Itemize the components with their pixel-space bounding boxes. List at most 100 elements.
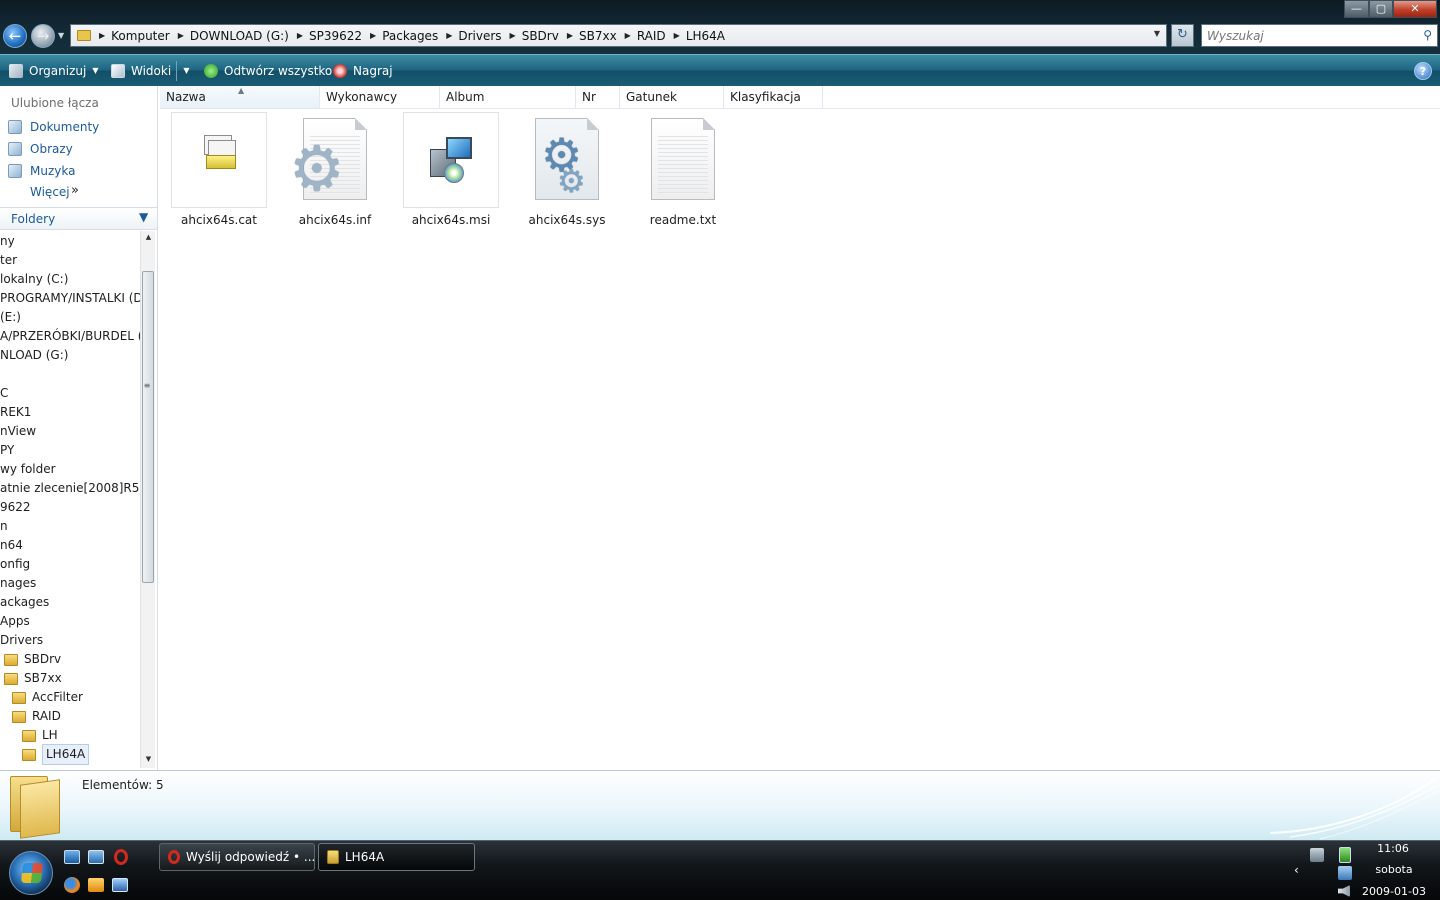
- clock-date[interactable]: 2009-01-03: [1359, 885, 1429, 898]
- folder-tree-item[interactable]: n64: [0, 536, 23, 555]
- breadcrumb-item[interactable]: Komputer: [111, 29, 170, 43]
- minimize-button[interactable]: —: [1344, 0, 1369, 18]
- favorite-link-pictures[interactable]: Obrazy: [8, 140, 73, 158]
- scroll-up-arrow-icon[interactable]: ▲: [141, 233, 156, 241]
- application-icon[interactable]: [112, 878, 128, 892]
- column-name[interactable]: Nazwa ▲: [160, 86, 320, 108]
- chevron-right-icon[interactable]: ▶: [567, 31, 573, 40]
- file-item[interactable]: ⚙ ⚙ ahcix64s.sys: [517, 112, 617, 232]
- file-item[interactable]: ahcix64s.cat: [169, 112, 269, 232]
- chevron-right-icon[interactable]: ▶: [297, 31, 303, 40]
- folder-tree-item[interactable]: 9622: [0, 498, 31, 517]
- show-desktop-icon[interactable]: [64, 850, 80, 864]
- folder-tree-item[interactable]: ter: [0, 251, 17, 270]
- breadcrumb-item[interactable]: DOWNLOAD (G:): [190, 29, 289, 43]
- chevron-right-icon[interactable]: ▶: [370, 31, 376, 40]
- folder-tree-item[interactable]: A/PRZERÓBKI/BURDEL (F:: [0, 327, 140, 346]
- breadcrumb-item[interactable]: Drivers: [458, 29, 501, 43]
- folder-tree-item[interactable]: n: [0, 517, 8, 536]
- breadcrumb-item[interactable]: RAID: [637, 29, 666, 43]
- chevron-right-icon[interactable]: ▶: [510, 31, 516, 40]
- chevron-right-icon[interactable]: ▶: [99, 31, 105, 40]
- chevron-right-icon[interactable]: ▶: [178, 31, 184, 40]
- help-button[interactable]: ?: [1414, 62, 1432, 80]
- chevron-right-icon[interactable]: ▶: [674, 31, 680, 40]
- scroll-down-arrow-icon[interactable]: ▼: [141, 755, 156, 763]
- folder-tree-item[interactable]: nages: [0, 574, 36, 593]
- views-dropdown[interactable]: ▼: [176, 61, 196, 81]
- address-dropdown-icon[interactable]: ▼: [1154, 29, 1160, 38]
- organize-button[interactable]: Organizuj ▼: [9, 55, 98, 86]
- column-artists[interactable]: Wykonawcy: [320, 86, 440, 108]
- more-favorites-link[interactable]: Więcej: [30, 185, 70, 199]
- show-hidden-icons-button[interactable]: ‹: [1294, 863, 1299, 877]
- volume-icon[interactable]: [1338, 885, 1350, 897]
- folder-tree-item[interactable]: nView: [0, 422, 36, 441]
- folder-tree-item[interactable]: SBDrv: [4, 650, 61, 669]
- column-rating[interactable]: Klasyfikacja: [724, 86, 823, 108]
- refresh-button[interactable]: ↻: [1171, 24, 1194, 47]
- chevron-right-icon[interactable]: ▶: [625, 31, 631, 40]
- folder-tree-item[interactable]: Drivers: [0, 631, 43, 650]
- taskbar-button-explorer[interactable]: LH64A: [318, 843, 475, 871]
- opera-icon[interactable]: [114, 849, 128, 865]
- folder-tree-item[interactable]: ny: [0, 232, 15, 251]
- search-input[interactable]: [1202, 25, 1412, 46]
- clock-day[interactable]: sobota: [1366, 863, 1422, 876]
- file-item[interactable]: readme.txt: [633, 112, 733, 232]
- double-chevron-right-icon[interactable]: »: [71, 183, 79, 198]
- folder-tree-item[interactable]: atnie zlecenie[2008]R5.RM': [0, 479, 140, 498]
- folder-tree-item[interactable]: wy folder: [0, 460, 56, 479]
- address-bar[interactable]: ▶ Komputer ▶ DOWNLOAD (G:) ▶ SP39622 ▶ P…: [70, 24, 1167, 47]
- clock-time[interactable]: 11:06: [1366, 842, 1420, 855]
- folder-tree-item[interactable]: AccFilter: [12, 688, 83, 707]
- folder-tree-item[interactable]: NLOAD (G:): [0, 346, 68, 365]
- breadcrumb-item[interactable]: SB7xx: [579, 29, 617, 43]
- favorite-link-music[interactable]: Muzyka: [8, 162, 75, 180]
- folder-tree-item[interactable]: ackages: [0, 593, 49, 612]
- play-all-button[interactable]: Odtwórz wszystko: [204, 55, 332, 86]
- media-player-icon[interactable]: [88, 878, 104, 892]
- folder-tree-item[interactable]: C: [0, 384, 8, 403]
- folder-tree-item[interactable]: PROGRAMY/INSTALKI (D:): [0, 289, 140, 308]
- folder-tree-item[interactable]: SB7xx: [4, 669, 62, 688]
- chevron-right-icon[interactable]: ▶: [446, 31, 452, 40]
- column-album[interactable]: Album: [440, 86, 576, 108]
- network-disconnected-icon[interactable]: [1310, 848, 1324, 862]
- folder-tree-item[interactable]: REK1: [0, 403, 31, 422]
- folder-tree-item[interactable]: lokalny (C:): [0, 270, 68, 289]
- folders-header[interactable]: Foldery ▼: [0, 207, 157, 230]
- search-box[interactable]: ⚲: [1201, 24, 1438, 47]
- breadcrumb-item[interactable]: SBDrv: [522, 29, 559, 43]
- folder-tree-item[interactable]: RAID: [12, 707, 61, 726]
- power-battery-icon[interactable]: [1339, 847, 1351, 863]
- network-icon[interactable]: [1338, 866, 1352, 880]
- file-item[interactable]: ahcix64s.msi: [401, 112, 501, 232]
- breadcrumb-item[interactable]: Packages: [382, 29, 438, 43]
- breadcrumb-item[interactable]: SP39622: [309, 29, 362, 43]
- breadcrumb-item-current[interactable]: LH64A: [686, 29, 725, 43]
- favorite-link-documents[interactable]: Dokumenty: [8, 118, 99, 136]
- firefox-icon[interactable]: [64, 877, 80, 893]
- back-button[interactable]: ←: [3, 24, 27, 48]
- close-button[interactable]: ✕: [1393, 0, 1437, 18]
- column-track-number[interactable]: Nr: [576, 86, 620, 108]
- file-item[interactable]: ⚙ ahcix64s.inf: [285, 112, 385, 232]
- folder-tree-scrollbar[interactable]: ▲ ≡ ▼: [140, 231, 155, 768]
- folder-tree-item[interactable]: (E:): [0, 308, 21, 327]
- switch-windows-icon[interactable]: [88, 850, 104, 864]
- taskbar-button-opera[interactable]: Wyślij odpowiedź • ...: [159, 843, 315, 871]
- maximize-button[interactable]: ▢: [1369, 0, 1393, 18]
- search-icon[interactable]: ⚲: [1423, 28, 1432, 42]
- scrollbar-thumb[interactable]: [142, 271, 154, 583]
- folder-tree-item[interactable]: PY: [0, 441, 14, 460]
- folder-tree-item[interactable]: Apps: [0, 612, 30, 631]
- folder-tree-item[interactable]: LH64A: [22, 744, 90, 765]
- file-list[interactable]: ahcix64s.cat ⚙ ahcix64s.inf ahcix64s.msi…: [160, 109, 1440, 770]
- burn-button[interactable]: Nagraj: [333, 55, 393, 86]
- forward-button[interactable]: →: [31, 24, 55, 48]
- folder-tree-item[interactable]: onfig: [0, 555, 30, 574]
- start-button[interactable]: [9, 851, 53, 895]
- column-genre[interactable]: Gatunek: [620, 86, 724, 108]
- folder-tree-item[interactable]: LH: [22, 726, 58, 745]
